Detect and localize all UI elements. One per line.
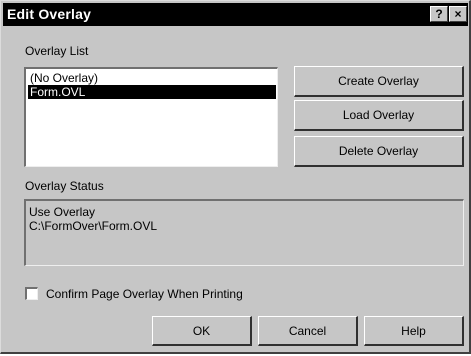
help-button[interactable]: Help: [364, 316, 464, 346]
question-icon: ?: [435, 7, 443, 21]
status-line: Use Overlay: [29, 205, 96, 219]
cancel-button[interactable]: Cancel: [258, 316, 358, 346]
title-bar: Edit Overlay ? ×: [3, 3, 468, 26]
help-question-button[interactable]: ?: [430, 6, 448, 22]
confirm-checkbox[interactable]: [25, 287, 38, 300]
overlay-status-label: Overlay Status: [25, 179, 104, 193]
status-line: C:\FormOver\Form.OVL: [29, 219, 158, 233]
delete-overlay-button[interactable]: Delete Overlay: [294, 136, 464, 167]
list-item[interactable]: Form.OVL: [28, 85, 276, 99]
ok-button[interactable]: OK: [152, 316, 252, 346]
overlay-list-label: Overlay List: [25, 44, 89, 58]
close-button[interactable]: ×: [449, 6, 467, 22]
overlay-listbox[interactable]: (No Overlay) Form.OVL: [24, 67, 278, 167]
overlay-status-box: Use Overlay C:\FormOver\Form.OVL: [24, 199, 464, 266]
close-icon: ×: [454, 7, 462, 21]
edit-overlay-dialog: Edit Overlay ? × Overlay List (No Overla…: [0, 0, 471, 354]
confirm-checkbox-label[interactable]: Confirm Page Overlay When Printing: [46, 287, 243, 301]
load-overlay-button[interactable]: Load Overlay: [294, 100, 464, 131]
create-overlay-button[interactable]: Create Overlay: [294, 66, 464, 97]
list-item[interactable]: (No Overlay): [28, 71, 276, 85]
dialog-title: Edit Overlay: [7, 6, 92, 22]
